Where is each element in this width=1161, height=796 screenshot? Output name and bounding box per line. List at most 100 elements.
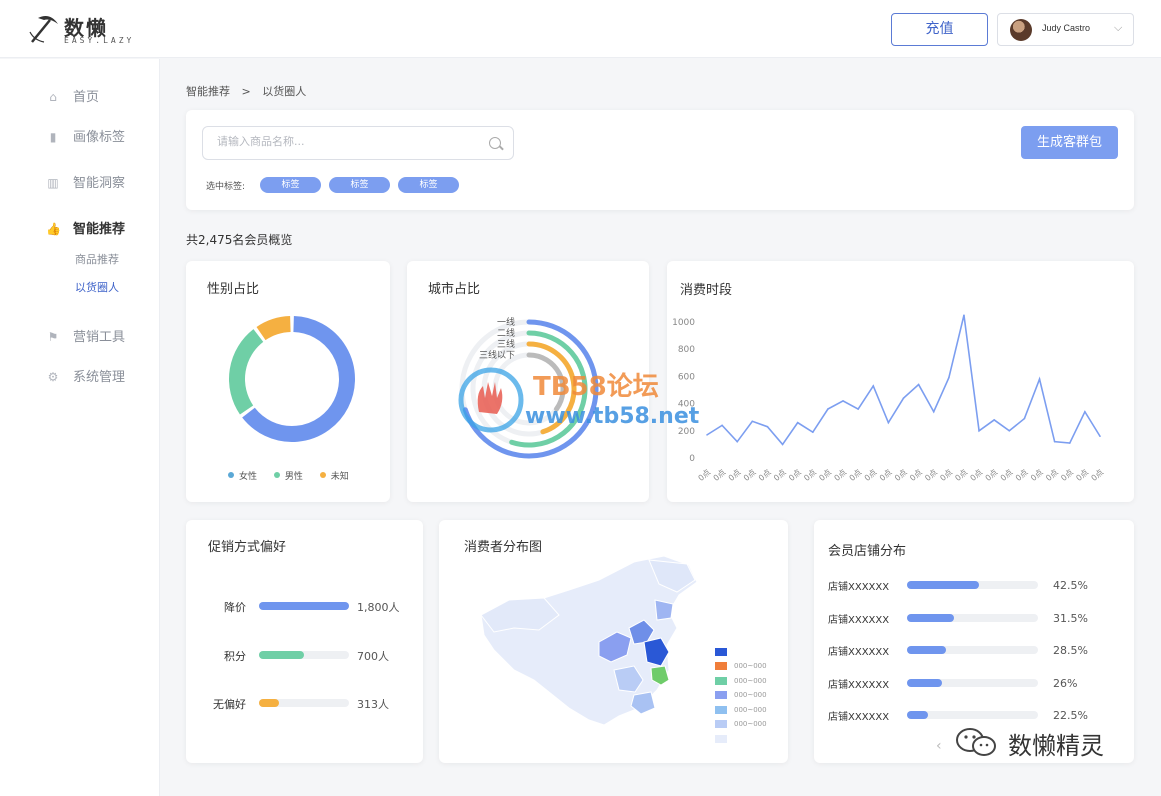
data-point[interactable] xyxy=(842,400,844,402)
sidebar-item-insights[interactable]: ▥ 智能洞察 xyxy=(46,172,125,191)
x-tick-label: 0点 xyxy=(817,468,833,483)
data-point[interactable] xyxy=(706,434,708,436)
data-point[interactable] xyxy=(736,440,739,443)
data-point[interactable] xyxy=(948,376,950,379)
selected-tags-label: 选中标签: xyxy=(206,182,246,192)
data-point[interactable] xyxy=(812,431,814,433)
sidebar-item-marketing[interactable]: ⚑ 营销工具 xyxy=(46,326,125,345)
store-bar-track xyxy=(907,646,1038,654)
legend-swatch xyxy=(715,647,727,656)
search-icon[interactable] xyxy=(489,137,501,149)
map-card: 消费者分布图 000~000 000~000 000~000 000~000 000~0… xyxy=(439,520,788,763)
data-point[interactable] xyxy=(932,410,935,413)
sidebar-subitem-goods-to-people[interactable]: 以货圈人 xyxy=(75,279,119,295)
sidebar-item-label: 系统管理 xyxy=(73,370,126,385)
x-tick-label: 0点 xyxy=(969,468,985,483)
generate-segment-button[interactable]: 生成客群包 xyxy=(1021,126,1118,159)
legend-swatch xyxy=(715,734,727,743)
x-tick-label: 0点 xyxy=(848,468,864,483)
legend-dot xyxy=(228,472,234,478)
data-point[interactable] xyxy=(857,408,859,410)
breadcrumb-parent[interactable]: 智能推荐 xyxy=(186,85,230,98)
x-tick-label: 0点 xyxy=(863,468,879,483)
x-tick-label: 0点 xyxy=(833,468,849,483)
y-tick-label: 600 xyxy=(678,372,695,382)
sidebar-item-home[interactable]: ⌂ 首页 xyxy=(46,86,99,105)
data-point[interactable] xyxy=(1038,378,1041,380)
data-point[interactable] xyxy=(917,383,920,386)
map-region-northern-blue xyxy=(654,599,674,621)
chevron-down-icon: ⌵ xyxy=(1114,21,1123,34)
search-input[interactable] xyxy=(217,135,477,148)
x-tick-label: 0点 xyxy=(923,468,939,483)
map-legend-item xyxy=(715,728,734,747)
sidebar-item-system[interactable]: ⚙ 系统管理 xyxy=(46,366,125,385)
user-name: Judy Castro xyxy=(1042,23,1091,33)
data-point[interactable] xyxy=(721,424,723,427)
ring-label: 一线 xyxy=(497,316,515,328)
x-tick-label: 0点 xyxy=(1074,468,1090,483)
sidebar-item-label: 营销工具 xyxy=(73,330,126,345)
donut-slice[interactable] xyxy=(256,316,291,341)
store-bar-track xyxy=(907,613,1038,622)
data-point[interactable] xyxy=(887,421,890,424)
promo-card: 促销方式偏好 降价 1,800人 积分 700人 无偏好 313人 xyxy=(186,520,423,763)
donut-slice[interactable] xyxy=(242,316,355,442)
data-point[interactable] xyxy=(1084,410,1086,413)
legend-label: 未知 xyxy=(330,472,349,482)
sidebar-item-profile-tags[interactable]: ▮ 画像标签 xyxy=(46,126,125,145)
pager-prev-icon[interactable]: ‹ xyxy=(936,738,942,754)
data-point[interactable] xyxy=(963,314,965,316)
logo[interactable]: 数懒 EASY.LAZY xyxy=(28,12,138,48)
data-point[interactable] xyxy=(751,420,754,423)
donut-slice[interactable] xyxy=(229,329,264,415)
data-point[interactable] xyxy=(872,385,875,387)
data-point[interactable] xyxy=(1053,440,1056,443)
pickaxe-logo-icon xyxy=(29,16,58,43)
y-tick-label: 1000 xyxy=(672,318,695,328)
store-bar-track xyxy=(907,581,1038,589)
store-bar-track xyxy=(907,678,1038,687)
data-point[interactable] xyxy=(1099,435,1101,438)
gender-card: 性别占比 女性 男性 未知 xyxy=(186,261,390,502)
x-tick-label: 0点 xyxy=(984,468,1000,483)
store-bar-track xyxy=(907,711,1038,719)
ring-arc[interactable] xyxy=(526,352,566,412)
legend-swatch xyxy=(715,720,727,728)
data-point[interactable] xyxy=(902,397,905,399)
breadcrumb-current: 以货圈人 xyxy=(262,85,307,98)
store-label: 店铺XXXXXX xyxy=(828,614,890,626)
flag-icon: ⚑ xyxy=(47,330,59,344)
data-point[interactable] xyxy=(1008,430,1011,432)
legend-swatch xyxy=(715,691,727,699)
sidebar-item-label: 智能洞察 xyxy=(73,176,126,191)
tag-chip[interactable]: 标签 xyxy=(329,177,390,193)
legend-dot xyxy=(319,472,326,478)
store-bar-fill xyxy=(907,613,955,622)
data-point[interactable] xyxy=(781,443,784,446)
data-point[interactable] xyxy=(766,425,769,428)
sidebar-subitem-product-recommend[interactable]: 商品推荐 xyxy=(75,251,119,267)
data-point[interactable] xyxy=(1023,417,1026,420)
series-line[interactable] xyxy=(706,315,1101,446)
legend-dot xyxy=(273,472,280,478)
sidebar-item-recommend[interactable]: 👍 智能推荐 xyxy=(46,218,125,237)
data-point[interactable] xyxy=(796,421,799,424)
data-point[interactable] xyxy=(827,408,829,410)
data-point[interactable] xyxy=(1068,442,1071,444)
user-menu[interactable]: Judy Castro ⌵ xyxy=(997,13,1134,46)
tag-chip[interactable]: 标签 xyxy=(398,177,459,193)
x-tick-label: 0点 xyxy=(802,468,818,483)
search-field[interactable] xyxy=(202,126,514,160)
data-point[interactable] xyxy=(978,430,980,432)
promo-value: 1,800人 xyxy=(357,601,400,614)
store-bar-fill xyxy=(907,581,980,589)
data-point[interactable] xyxy=(993,419,995,421)
promo-title: 促销方式偏好 xyxy=(208,540,287,555)
legend-swatch xyxy=(715,705,727,714)
search-card: 选中标签: 标签 标签 标签 生成客群包 xyxy=(186,110,1134,210)
recharge-button[interactable]: 充值 xyxy=(891,13,988,46)
gender-legend: 女性 男性 未知 xyxy=(228,469,349,482)
tag-chip[interactable]: 标签 xyxy=(260,177,321,193)
sidebar-item-label: 智能推荐 xyxy=(73,222,126,237)
